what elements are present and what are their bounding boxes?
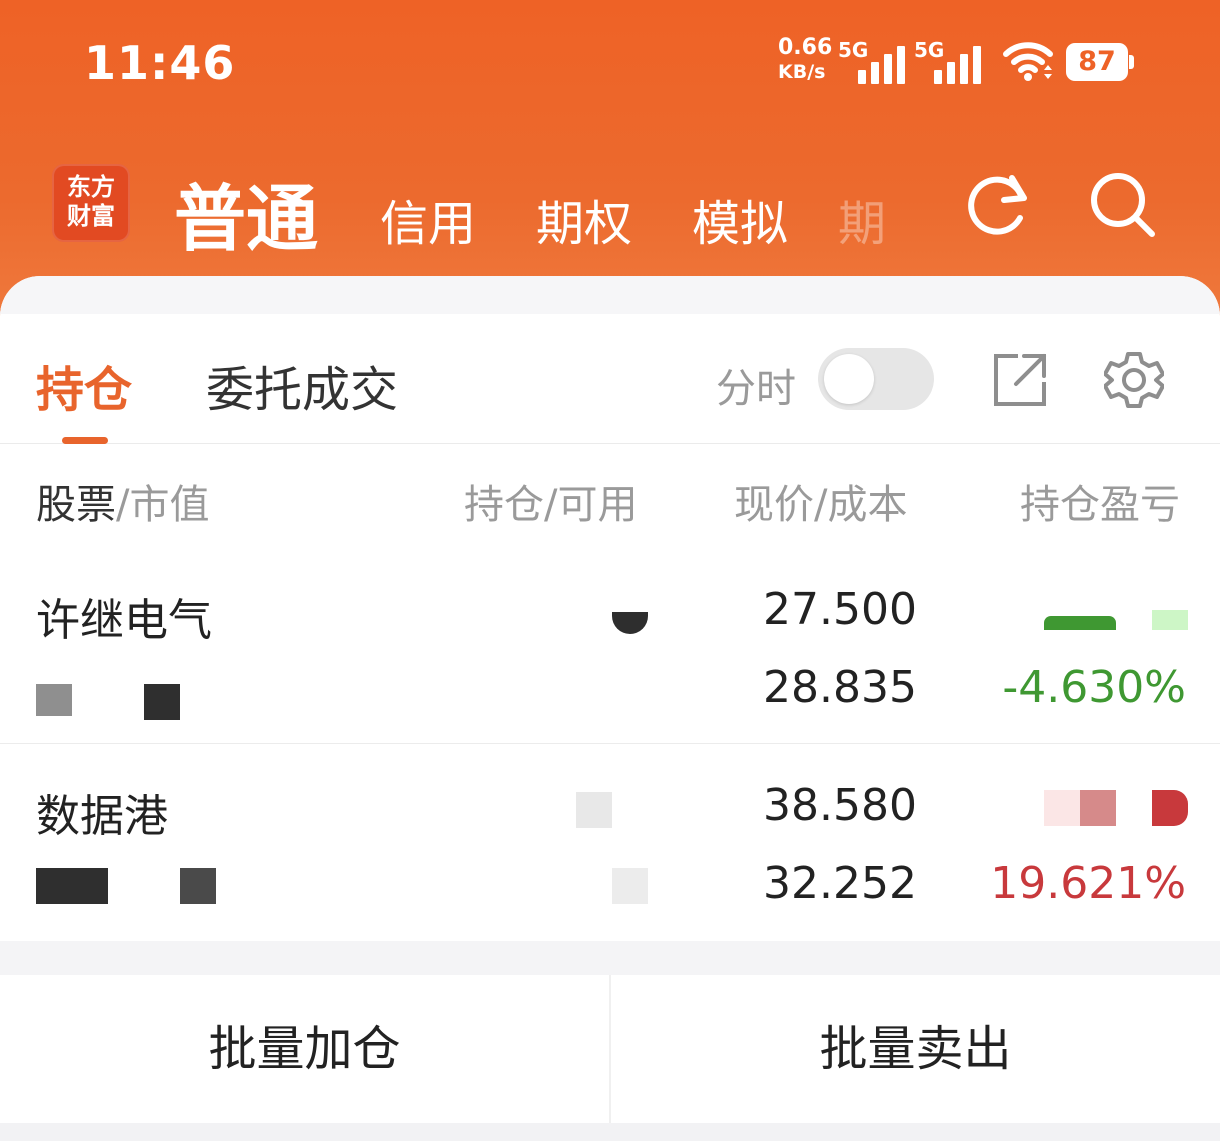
redacted-pnl-amount [1152,610,1188,630]
intraday-toggle[interactable] [818,348,934,410]
col-header-price: 现价/成本 [734,482,908,528]
redacted-pnl-amount [1080,790,1116,826]
tab-holdings[interactable]: 持仓 [36,350,132,420]
batch-add-button[interactable]: 批量加仓 [0,975,609,1123]
cost-price: 32.252 [763,858,917,909]
batch-sell-button[interactable]: 批量卖出 [611,975,1220,1123]
col-header-stock-sub: /市值 [116,482,210,528]
network-speed: 0.66 KB/s [778,36,832,84]
redacted-market-value [36,868,108,904]
network-speed-unit: KB/s [778,61,826,83]
stock-name: 数据港 [36,791,168,842]
wifi-icon [1003,42,1053,81]
tab-credit-account[interactable]: 信用 [380,184,476,254]
redacted-holding-qty [612,612,648,634]
redacted-available-qty [612,868,648,904]
redacted-pnl-amount [1044,790,1080,826]
current-price: 38.580 [763,780,917,831]
pnl-percent: -4.630% [1002,662,1186,713]
search-icon[interactable] [1086,168,1158,240]
col-header-holding: 持仓/可用 [464,482,638,528]
pnl-percent: 19.621% [990,858,1186,909]
tab-simulated-account[interactable]: 模拟 [692,184,788,254]
tab-normal-account[interactable]: 普通 [174,160,318,265]
batch-action-bar: 批量加仓 批量卖出 [0,975,1220,1123]
share-export-icon[interactable] [990,350,1050,410]
redacted-market-value [144,684,180,720]
refresh-icon[interactable] [962,168,1034,240]
col-header-stock-main: 股票 [36,482,116,528]
card-top-strip [0,276,1220,314]
positions-card: 持仓 委托成交 分时 股票/市值 持仓/可用 现价/成本 持仓盈亏 许继电气 2… [0,276,1220,941]
tab-orders-trades[interactable]: 委托成交 [206,350,398,420]
toggle-knob [824,354,874,404]
col-header-stock: 股票/市值 [36,472,209,530]
col-header-pnl: 持仓盈亏 [1020,482,1180,528]
logo-text-line1: 东方 [67,173,115,201]
network-speed-value: 0.66 [778,35,833,60]
holding-row[interactable]: 许继电气 27.500 28.835 -4.630% [0,548,1220,744]
intraday-label: 分时 [716,366,796,412]
holding-row[interactable]: 数据港 38.580 32.252 19.621% [0,744,1220,940]
tab-options-account[interactable]: 期权 [536,184,632,254]
stock-name: 许继电气 [36,595,212,646]
bottom-strip [0,1123,1220,1141]
tab-overflow-hint[interactable]: 期 [838,184,886,254]
app-logo: 东方 财富 [52,164,130,242]
section-gap [0,941,1220,975]
tab-active-indicator [62,437,108,444]
redacted-pnl-amount [1044,616,1116,630]
battery-level: 87 [1066,43,1128,81]
redacted-market-value [180,868,216,904]
redacted-pnl-amount [1152,790,1188,826]
settings-gear-icon[interactable] [1104,350,1164,410]
redacted-holding-qty [576,792,612,828]
current-price: 27.500 [763,584,917,635]
logo-text-line2: 财富 [67,202,115,230]
status-time: 11:46 [84,36,236,90]
positions-tab-bar: 持仓 委托成交 分时 [0,314,1220,444]
cost-price: 28.835 [763,662,917,713]
battery-icon: 87 [1066,43,1134,81]
redacted-market-value [36,684,72,716]
